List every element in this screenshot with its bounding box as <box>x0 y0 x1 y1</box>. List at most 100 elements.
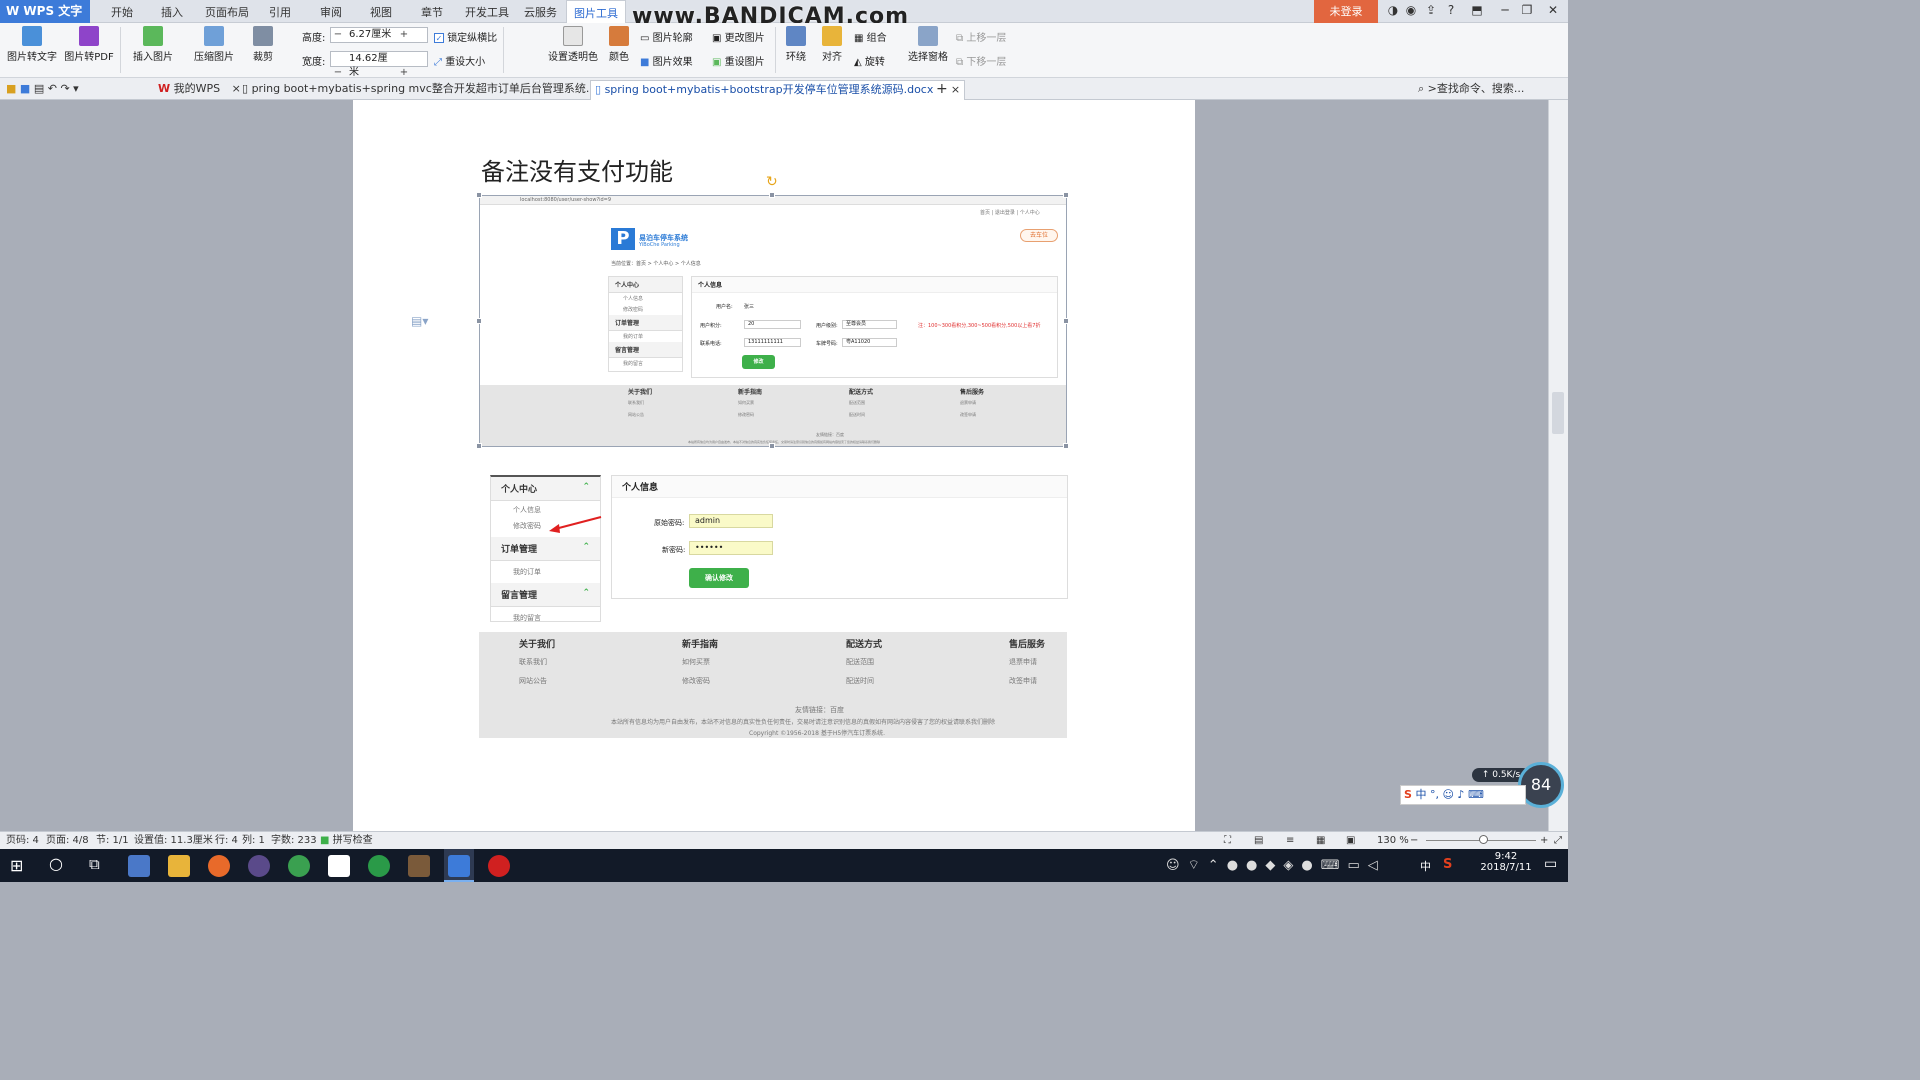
footer-link[interactable]: 修改密码 <box>738 412 754 418</box>
send-backward-button[interactable]: ⧉ 下移一层 <box>956 53 1006 68</box>
rotate-handle-icon[interactable]: ↻ <box>766 174 778 190</box>
taskbar-wps-active[interactable] <box>444 849 474 882</box>
footer-link[interactable]: 配送时间 <box>846 676 874 686</box>
help-icon[interactable]: ? <box>1440 3 1462 21</box>
insert-pic-button[interactable]: 插入图片 <box>126 26 180 63</box>
file-explorer-icon[interactable] <box>168 855 190 877</box>
redo-icon[interactable]: ↷ <box>60 82 69 95</box>
bandicam-icon[interactable] <box>488 855 510 877</box>
footer-link[interactable]: 网站公告 <box>628 412 644 418</box>
menu-dev-tools[interactable]: 开发工具 <box>465 0 509 23</box>
menu-home[interactable]: 开始 <box>111 0 133 23</box>
zoom-slider-thumb[interactable] <box>1479 835 1488 844</box>
lock-ratio-checkbox[interactable]: ✓ 锁定纵横比 <box>434 29 497 44</box>
resize-handle[interactable] <box>1063 192 1069 198</box>
align-button[interactable]: 对齐 <box>816 26 848 63</box>
resize-handle[interactable] <box>1063 443 1069 449</box>
menu-view[interactable]: 视图 <box>370 0 392 23</box>
ime-toolbar[interactable]: S 中 °, ☺ ♪ ⌨ <box>1400 785 1526 805</box>
status-setting[interactable]: 设置值: 11.3厘米 <box>134 832 213 849</box>
sidebar-head[interactable]: 个人中心 ⌃ <box>491 477 600 501</box>
old-password-field[interactable]: admin <box>689 514 773 528</box>
wrap-button[interactable]: 环绕 <box>780 26 812 63</box>
footer-link[interactable]: 网站公告 <box>519 676 547 686</box>
spell-check-toggle[interactable]: ■ 拼写检查 <box>320 832 373 849</box>
zoom-out-icon[interactable]: − <box>1410 832 1418 849</box>
new-tab-button[interactable]: + <box>932 80 952 100</box>
height-value[interactable]: 6.27厘米 <box>345 28 397 42</box>
width-stepper[interactable]: −14.62厘米 + <box>330 51 428 78</box>
reset-size-button[interactable]: ⤢ 重设大小 <box>434 53 485 68</box>
sidebar-item[interactable]: 我的订单 <box>609 331 682 342</box>
points-field[interactable]: 20 <box>744 320 801 329</box>
color-button[interactable]: 颜色 <box>604 26 634 63</box>
tab-doc2[interactable]: ▯ spring boot+mybatis+bootstrap开发停车位管理系统… <box>590 80 966 100</box>
login-button[interactable]: 未登录 <box>1314 0 1378 23</box>
footer-link[interactable]: 改签申请 <box>960 412 976 418</box>
status-section[interactable]: 节: 1/1 <box>96 832 129 849</box>
footer-link[interactable]: 退票申请 <box>1009 657 1037 667</box>
control-panel-icon[interactable] <box>128 855 150 877</box>
resize-handle[interactable] <box>1063 318 1069 324</box>
confirm-change-button[interactable]: 确认修改 <box>689 568 749 588</box>
height-stepper[interactable]: −6.27厘米 + <box>330 27 428 43</box>
resize-handle[interactable] <box>476 318 482 324</box>
fullscreen-icon[interactable]: ⛶ <box>1224 832 1231 849</box>
outline-view-icon[interactable]: ≡ <box>1286 832 1294 849</box>
page-view-icon[interactable]: ▤ <box>1254 832 1263 849</box>
share-icon[interactable]: ⇪ <box>1420 3 1442 21</box>
footer-link[interactable]: 退票申请 <box>960 400 976 406</box>
save-icon[interactable]: ■ <box>20 82 30 95</box>
pic-to-pdf-button[interactable]: 图片转PDF <box>62 26 116 63</box>
group-button[interactable]: ▦ 组合 <box>854 29 887 44</box>
zoom-level[interactable]: 130 % <box>1377 832 1409 849</box>
web-view-icon[interactable]: ▦ <box>1316 832 1325 849</box>
sidebar-item-my-messages[interactable]: 我的留言 <box>491 607 600 629</box>
chrome-icon[interactable] <box>288 855 310 877</box>
change-pic-button[interactable]: ▣ 更改图片 <box>712 29 765 44</box>
sidebar-head[interactable]: 留言管理 ⌃ <box>491 583 600 607</box>
paragraph-layout-icon[interactable]: ▤▾ <box>411 314 428 328</box>
task-view-icon[interactable]: ⧉ <box>89 855 100 873</box>
plus-icon[interactable]: + <box>397 28 411 42</box>
search-commands[interactable]: ⌕ >查找命令、搜索... <box>1414 80 1528 100</box>
minimize-icon[interactable]: ─ <box>1494 3 1516 21</box>
plate-field[interactable]: 粤A11020 <box>842 338 897 347</box>
tab-doc1[interactable]: ▯ pring boot+mybatis+spring mvc整合开发超市订单后… <box>238 80 632 100</box>
sidebar-item-my-orders[interactable]: 我的订单 <box>491 561 600 583</box>
level-field[interactable]: 至尊会员 <box>842 320 897 329</box>
menu-references[interactable]: 引用 <box>269 0 291 23</box>
goto-parking-button[interactable]: 去车位 <box>1020 229 1058 242</box>
read-view-icon[interactable]: ▣ <box>1346 832 1355 849</box>
set-transparent-button[interactable]: 设置透明色 <box>546 26 600 63</box>
status-row[interactable]: 行: 4 <box>215 832 238 849</box>
menu-cloud[interactable]: 云服务 <box>524 0 557 23</box>
tab-mywps[interactable]: W 我的WPS × <box>154 80 245 100</box>
menu-picture-tools[interactable]: 图片工具 <box>566 0 626 23</box>
lang-indicator[interactable]: 中 <box>1420 858 1431 874</box>
close-icon[interactable]: × <box>951 83 960 96</box>
menu-page-layout[interactable]: 页面布局 <box>205 0 249 23</box>
embedded-screenshot-change-password[interactable]: 个人中心 ⌃ 个人信息 修改密码 订单管理 ⌃ 我的订单 留言管理 ⌃ 我的留言 个人… <box>479 470 1068 738</box>
crop-button[interactable]: 裁剪 <box>246 26 280 63</box>
fit-icon[interactable]: ⤢ <box>1554 832 1562 849</box>
notification-icon[interactable]: ▭ <box>1544 856 1557 872</box>
eclipse-icon[interactable] <box>248 855 270 877</box>
resize-handle[interactable] <box>476 443 482 449</box>
sidebar-head[interactable]: 订单管理 ⌃ <box>491 537 600 561</box>
restore-layout-icon[interactable]: ⬒ <box>1466 3 1488 21</box>
footer-link[interactable]: 配送范围 <box>849 400 865 406</box>
browser-icon[interactable] <box>368 855 390 877</box>
app-menu-button[interactable]: W WPS 文字▼ <box>0 0 90 40</box>
settings-icon[interactable]: ◉ <box>1400 3 1422 21</box>
pic-to-text-button[interactable]: 图片转文字 <box>6 26 58 63</box>
bring-forward-button[interactable]: ⧉ 上移一层 <box>956 29 1006 44</box>
reset-pic-button[interactable]: ▣ 重设图片 <box>712 53 765 68</box>
resize-handle[interactable] <box>769 192 775 198</box>
status-pagenum[interactable]: 页码: 4 <box>6 832 39 849</box>
footer-link[interactable]: 联系我们 <box>628 400 644 406</box>
status-words[interactable]: 字数: 233 <box>271 832 317 849</box>
width-value[interactable]: 14.62厘米 <box>345 52 397 80</box>
status-col[interactable]: 列: 1 <box>242 832 265 849</box>
clock[interactable]: 9:42 2018/7/11 <box>1476 851 1536 873</box>
